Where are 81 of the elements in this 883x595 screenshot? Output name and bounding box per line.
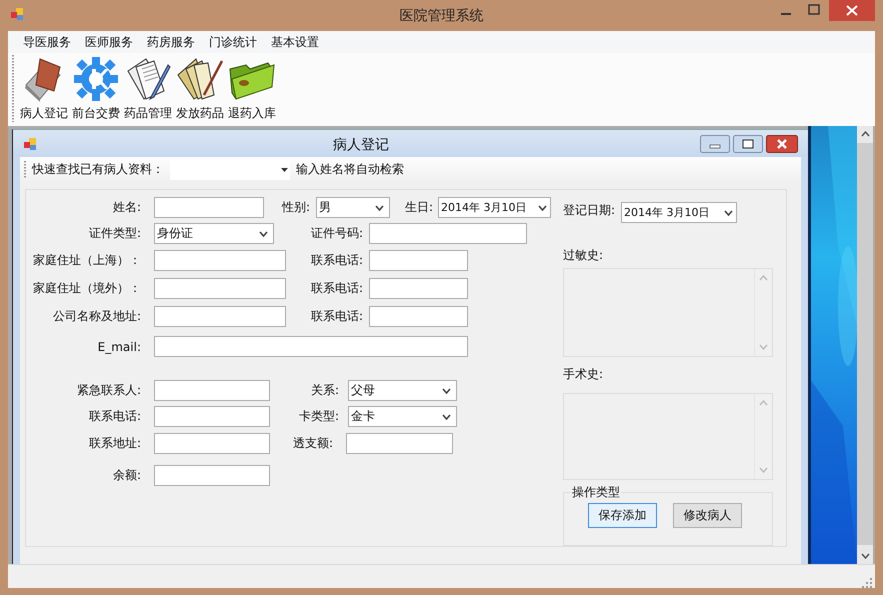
toolbar-button[interactable]: 退药入库 [226,55,278,122]
app-icon [23,136,37,150]
field-label: 联系电话: [310,280,364,297]
chevron-down-icon [759,467,768,474]
field-label: 联系电话: [88,408,142,425]
input-field[interactable] [346,433,453,454]
field-label: 透支额: [292,435,334,452]
chevron-down-icon [538,204,547,210]
chevron-down-icon [442,414,451,420]
chevron-down-icon [759,344,768,350]
action-button[interactable]: 修改病人 [673,503,742,528]
window-title: 病人登记 [333,136,389,154]
field-label: 关系: [310,382,340,399]
field-label: 公司名称及地址: [52,308,142,325]
chevron-down-icon [375,204,384,210]
toolbar-button[interactable]: 前台交费 [70,55,122,122]
chevron-down-icon [259,230,268,236]
chevron-down-icon [442,388,451,394]
resize-grip-icon[interactable] [862,578,872,588]
chevron-up-icon [759,275,768,281]
chevron-up-icon [759,400,768,406]
input-field[interactable] [154,197,264,218]
input-field[interactable] [154,250,286,271]
field-label: 证件号码: [310,225,364,242]
field-label: 卡类型: [298,408,340,425]
dropdown-field[interactable]: 金卡 [348,406,457,427]
chevron-down-icon [860,553,870,559]
field-label: 手术史: [563,366,604,383]
field-label: 姓名: [112,199,142,216]
text-area[interactable] [563,392,773,480]
field-label: 紧急联系人: [76,382,142,399]
minimize-icon[interactable] [700,134,730,152]
input-field[interactable] [369,250,468,271]
input-field[interactable] [154,433,270,454]
date-picker[interactable]: 2014年 3月10日 [621,202,738,223]
dropdown-field[interactable]: 男 [316,197,390,218]
menu-item[interactable]: 基本设置 [264,34,326,50]
dropdown-field[interactable]: 身份证 [154,223,274,244]
toolbar-button[interactable]: 发放药品 [174,55,226,122]
toolbar-button[interactable]: 药品管理 [122,55,174,122]
field-label: 家庭住址（境外）： [32,280,142,297]
chevron-up-icon [860,131,870,137]
chevron-down-icon [724,210,734,216]
field-label: 过敏史: [563,247,604,264]
search-hint: 输入姓名将自动检索 [296,161,404,178]
field-label: 性别: [280,199,311,216]
field-label: 生日: [404,199,434,216]
menu-item[interactable]: 门诊统计 [202,34,264,50]
search-label: 快速查找已有病人资料： [32,161,164,178]
field-label: 证件类型: [88,225,142,242]
input-field[interactable] [369,223,527,244]
close-icon[interactable] [829,0,875,21]
close-icon[interactable] [766,134,798,152]
menu-item[interactable]: 导医服务 [16,34,78,50]
menu-item[interactable]: 医师服务 [78,34,140,50]
input-field[interactable] [154,406,270,427]
window-title: 医院管理系统 [400,7,484,25]
input-field[interactable] [154,465,270,486]
field-label: 联系电话: [310,308,364,325]
input-field[interactable] [369,306,468,327]
input-field[interactable] [154,380,270,401]
menu-item[interactable]: 药房服务 [140,34,202,50]
maximize-icon[interactable] [733,134,763,152]
app-icon [10,6,24,20]
field-label: E_mail: [96,340,142,354]
field-label: 登记日期: [563,202,616,219]
input-field[interactable] [154,336,468,357]
scrollbar[interactable] [857,126,873,564]
dropdown-field[interactable]: 父母 [348,380,457,401]
input-field[interactable] [154,278,286,299]
field-label: 家庭住址（上海）： [32,252,142,269]
date-picker[interactable]: 2014年 3月10日 [438,197,551,218]
input-field[interactable] [369,278,468,299]
dropdown-arrow-icon [281,168,288,172]
text-area[interactable] [563,268,773,357]
field-label: 余额: [112,467,142,484]
field-label: 联系地址: [88,435,142,452]
field-label: 联系电话: [310,252,364,269]
toolbar-button[interactable]: 病人登记 [18,55,70,122]
input-field[interactable] [154,306,286,327]
action-button[interactable]: 保存添加 [588,503,657,528]
